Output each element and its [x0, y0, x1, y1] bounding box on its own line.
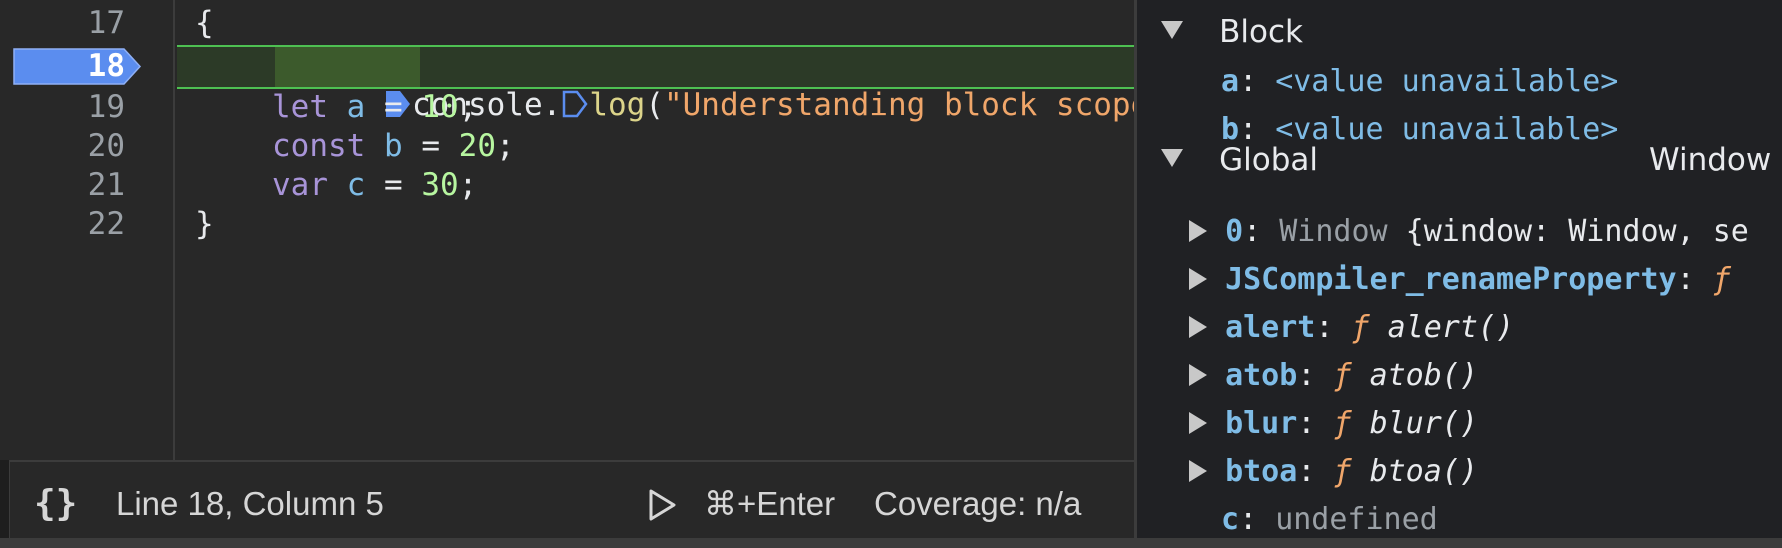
- code-token: c: [328, 167, 366, 203]
- property-name: blur: [1225, 406, 1298, 441]
- property-name: alert: [1225, 310, 1316, 345]
- property-name: btoa: [1225, 454, 1298, 489]
- code-token: =: [365, 89, 422, 125]
- cursor-position: Line 18, Column 5: [116, 485, 384, 522]
- line-number-active[interactable]: 18: [10, 47, 125, 86]
- code-line-20: const b = 20;: [272, 127, 515, 166]
- expand-triangle-icon[interactable]: [1161, 21, 1183, 39]
- global-scope-value: Window: [1649, 142, 1772, 178]
- editor-status-bar: {} Line 18, Column 5 ⌘+Enter Coverage: n…: [10, 460, 1134, 548]
- code-token: 10: [421, 89, 459, 125]
- code-token: =: [365, 167, 422, 203]
- expand-triangle-icon[interactable]: [1189, 364, 1207, 386]
- function-icon: ƒ: [1333, 358, 1352, 393]
- line-gutter[interactable]: 17 18 19 20 21 22: [10, 0, 175, 460]
- code-line-21: var c = 30;: [272, 166, 477, 205]
- coverage-status[interactable]: Coverage: n/a: [874, 484, 1081, 524]
- code-token: "Understanding block scope": [663, 87, 1134, 123]
- code-token: const: [272, 128, 366, 164]
- code-token: let: [272, 89, 328, 125]
- function-signature: alert(): [1387, 310, 1515, 345]
- line-number[interactable]: 20: [10, 127, 125, 166]
- code-editor[interactable]: 17 18 19 20 21 22 { console. log("Underst…: [0, 0, 1134, 460]
- code-line-22: }: [195, 206, 214, 242]
- code-token: (: [645, 87, 664, 123]
- code-token: ;: [458, 167, 478, 203]
- code-line-17: {: [195, 5, 214, 41]
- scope-property[interactable]: btoa: ƒ btoa(): [1189, 452, 1478, 492]
- variable-value: <value unavailable>: [1275, 64, 1619, 99]
- scope-property[interactable]: blur: ƒ blur(): [1189, 404, 1478, 444]
- function-icon: ƒ: [1333, 454, 1352, 489]
- expand-triangle-icon[interactable]: [1189, 460, 1207, 482]
- code-line-19: let a = 10;: [272, 88, 477, 127]
- code-token: 20: [458, 128, 496, 164]
- pretty-print-icon[interactable]: {}: [34, 484, 77, 524]
- property-name: c: [1221, 502, 1240, 537]
- line-number[interactable]: 22: [10, 205, 125, 244]
- bottom-border: [0, 538, 1782, 548]
- scope-section-global[interactable]: Global: [1161, 140, 1318, 181]
- property-name: JSCompiler_renameProperty: [1225, 262, 1677, 297]
- scope-property[interactable]: JSCompiler_renameProperty: ƒ: [1189, 260, 1731, 300]
- line-number[interactable]: 19: [10, 88, 125, 127]
- scope-section-title: Global: [1219, 142, 1319, 178]
- expand-triangle-icon[interactable]: [1161, 149, 1183, 167]
- function-icon: ƒ: [1333, 406, 1352, 441]
- run-shortcut[interactable]: ⌘+Enter: [704, 484, 835, 524]
- code-token: a: [328, 89, 366, 125]
- code-token: log: [589, 87, 646, 123]
- step-marker-icon[interactable]: [561, 89, 589, 119]
- variable-name: a: [1221, 64, 1240, 99]
- scope-section-block[interactable]: Block: [1161, 12, 1303, 53]
- function-signature: btoa(): [1369, 454, 1478, 489]
- expand-triangle-icon[interactable]: [1189, 316, 1207, 338]
- scope-property[interactable]: c: undefined: [1221, 500, 1438, 538]
- scope-variable[interactable]: a: <value unavailable>: [1221, 62, 1618, 102]
- function-icon: ƒ: [1712, 262, 1731, 297]
- scope-pane: Block a: <value unavailable> b: <value u…: [1137, 0, 1782, 538]
- expand-triangle-icon[interactable]: [1189, 220, 1207, 242]
- expand-triangle-icon[interactable]: [1189, 412, 1207, 434]
- function-signature: atob(): [1369, 358, 1478, 393]
- code-token: b: [365, 128, 403, 164]
- code-token: .: [542, 87, 562, 123]
- property-name: 0: [1225, 214, 1244, 249]
- scope-section-title: Block: [1219, 14, 1303, 50]
- property-value: {window: Window, se: [1387, 214, 1749, 249]
- code-token: =: [402, 128, 459, 164]
- function-icon: ƒ: [1351, 310, 1370, 345]
- scope-property[interactable]: alert: ƒ alert(): [1189, 308, 1514, 348]
- code-token: ;: [495, 128, 515, 164]
- code-token: ;: [458, 89, 478, 125]
- function-signature: blur(): [1369, 406, 1478, 441]
- code-token: 30: [421, 167, 459, 203]
- line-number[interactable]: 17: [10, 4, 125, 43]
- variable-value: <value unavailable>: [1275, 112, 1619, 147]
- code-area[interactable]: { console. log("Understanding block scope…: [177, 0, 1134, 460]
- line-number[interactable]: 21: [10, 166, 125, 205]
- property-value: undefined: [1275, 502, 1438, 537]
- property-type: Window: [1279, 214, 1388, 249]
- scope-property[interactable]: atob: ƒ atob(): [1189, 356, 1478, 396]
- scope-property[interactable]: 0: Window {window: Window, se: [1189, 212, 1749, 252]
- property-name: atob: [1225, 358, 1298, 393]
- code-token: var: [272, 167, 328, 203]
- expand-triangle-icon[interactable]: [1189, 268, 1207, 290]
- run-snippet-icon[interactable]: [646, 488, 678, 522]
